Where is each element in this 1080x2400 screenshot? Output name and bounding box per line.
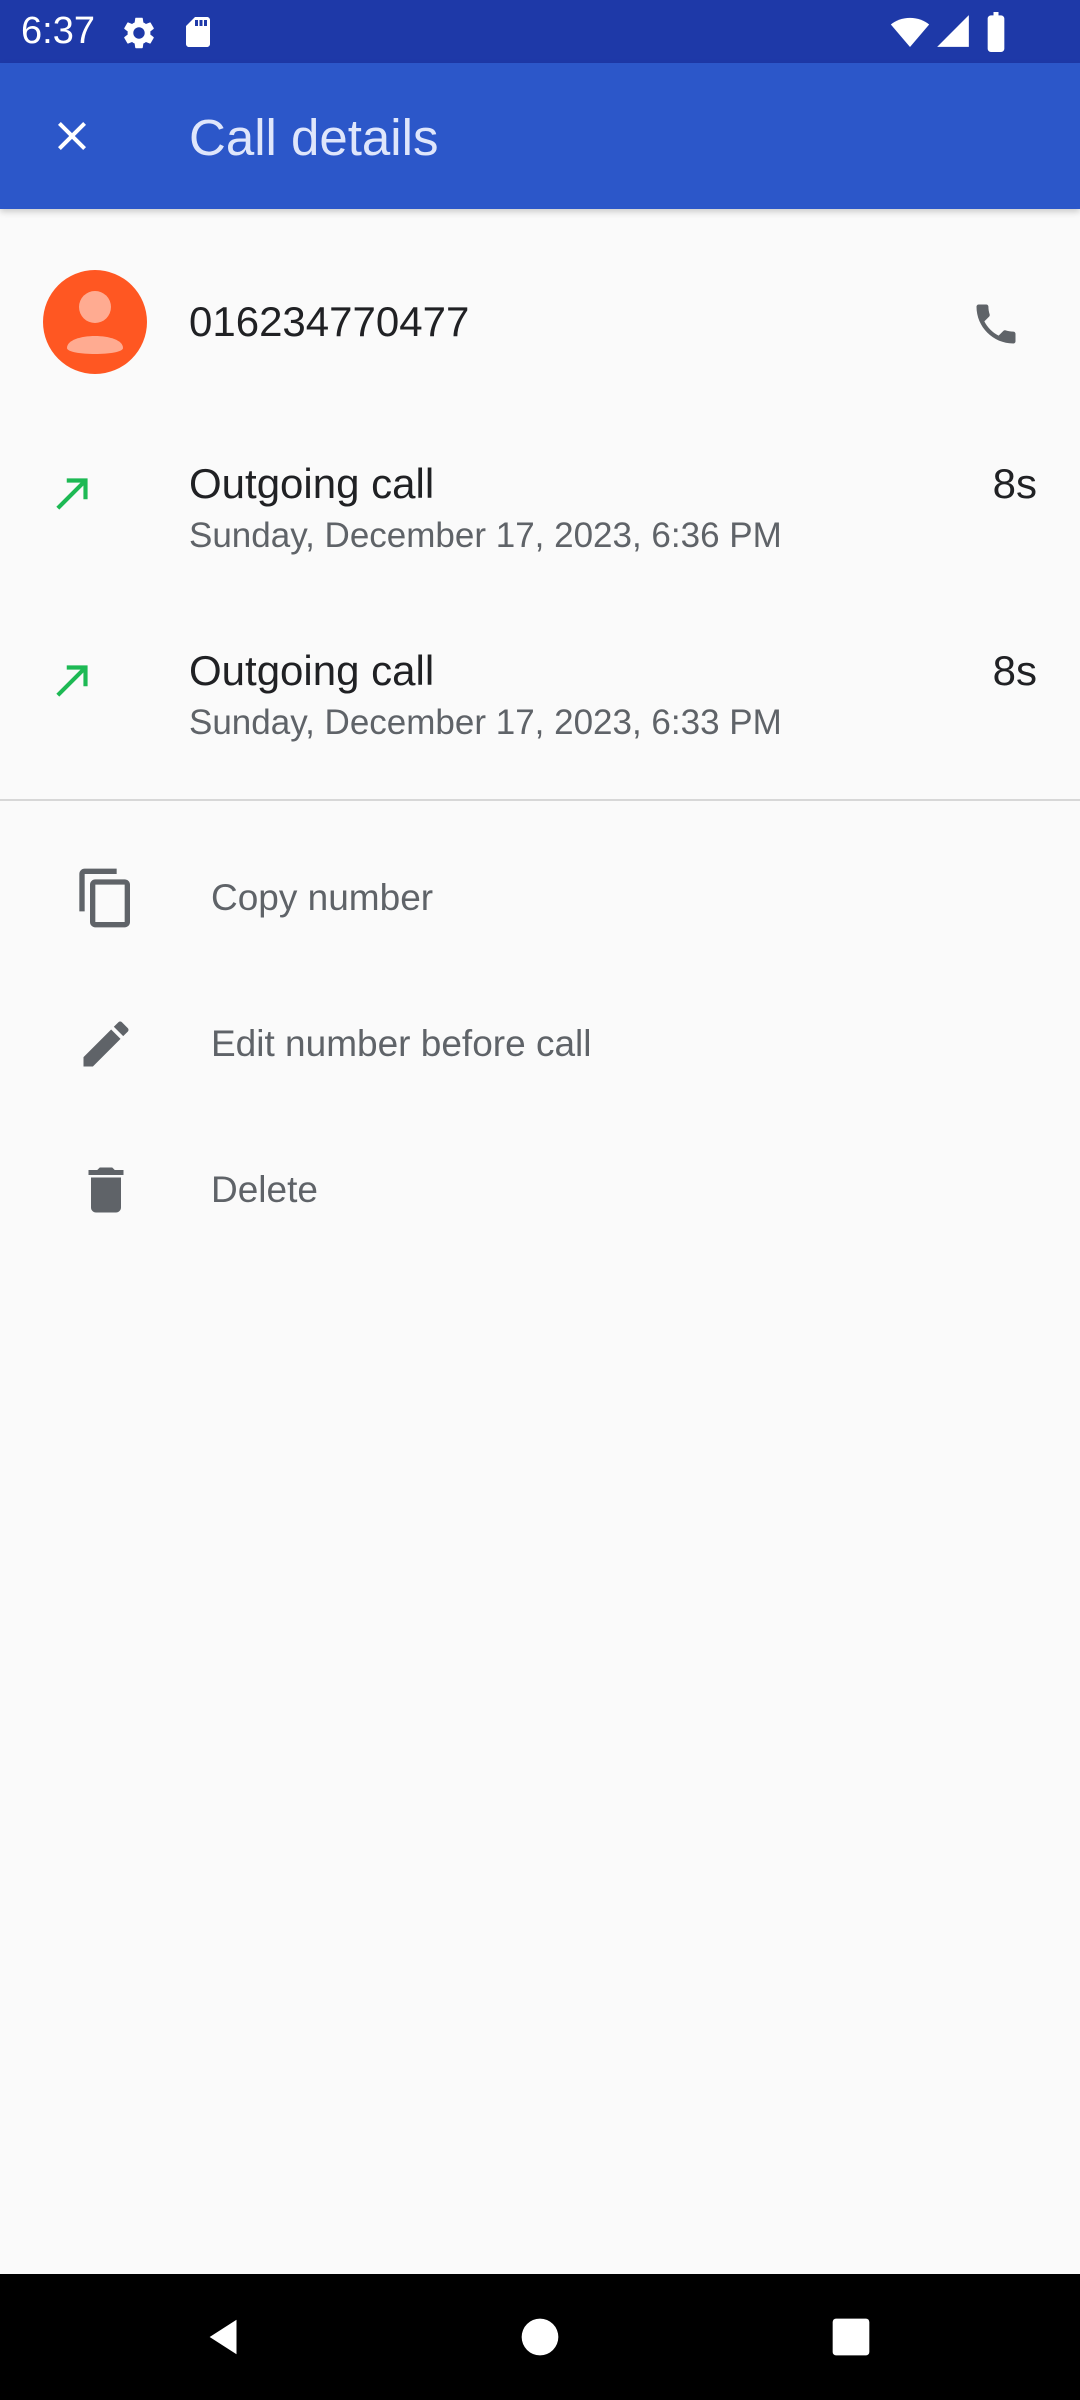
- outgoing-arrow-icon: [56, 478, 88, 510]
- call-duration: 8s: [992, 647, 1037, 694]
- home-icon: [521, 2318, 559, 2356]
- close-button[interactable]: [24, 88, 120, 184]
- navigation-bar: [0, 2274, 1080, 2400]
- call-date: Sunday, December 17, 2023, 6:36 PM: [189, 516, 782, 555]
- status-time: 6:37: [21, 10, 95, 52]
- sd-card-icon: [186, 17, 210, 47]
- action-label: Copy number: [211, 877, 434, 918]
- pencil-icon: [70, 1008, 142, 1080]
- contact-number: 016234770477: [189, 298, 470, 345]
- recents-icon: [832, 2318, 870, 2356]
- phone-icon: [976, 304, 1016, 344]
- avatar: [43, 270, 147, 374]
- call-history-item: Outgoing call Sunday, December 17, 2023,…: [0, 448, 1080, 598]
- call-button[interactable]: [950, 278, 1042, 370]
- battery-icon: [987, 12, 1005, 52]
- copy-number-button[interactable]: Copy number: [0, 825, 1080, 971]
- divider: [0, 799, 1080, 801]
- call-type: Outgoing call: [189, 460, 435, 507]
- app-bar: Call details: [0, 63, 1080, 209]
- person-icon: [67, 291, 123, 354]
- close-icon: [58, 122, 86, 150]
- edit-number-button[interactable]: Edit number before call: [0, 971, 1080, 1117]
- wifi-icon: [890, 17, 930, 47]
- call-duration: 8s: [992, 460, 1037, 507]
- action-label: Edit number before call: [211, 1023, 592, 1064]
- back-icon: [209, 2319, 237, 2355]
- trash-icon: [70, 1154, 142, 1226]
- home-button[interactable]: [500, 2297, 580, 2377]
- back-button[interactable]: [185, 2297, 265, 2377]
- status-bar: 6:37: [0, 0, 1080, 63]
- delete-button[interactable]: Delete: [0, 1117, 1080, 1263]
- call-type: Outgoing call: [189, 647, 435, 694]
- signal-icon: [937, 15, 969, 47]
- outgoing-arrow-icon: [56, 665, 88, 697]
- call-date: Sunday, December 17, 2023, 6:33 PM: [189, 703, 782, 742]
- call-details-screen: 6:37 Call details 016234770477 Outgoing …: [0, 0, 1080, 2400]
- call-history-item: Outgoing call Sunday, December 17, 2023,…: [0, 635, 1080, 785]
- recents-button[interactable]: [811, 2297, 891, 2377]
- contact-row: 016234770477: [0, 240, 1080, 400]
- action-label: Delete: [211, 1169, 318, 1210]
- copy-icon: [70, 862, 142, 934]
- page-title: Call details: [189, 109, 439, 166]
- gear-icon: [124, 17, 154, 49]
